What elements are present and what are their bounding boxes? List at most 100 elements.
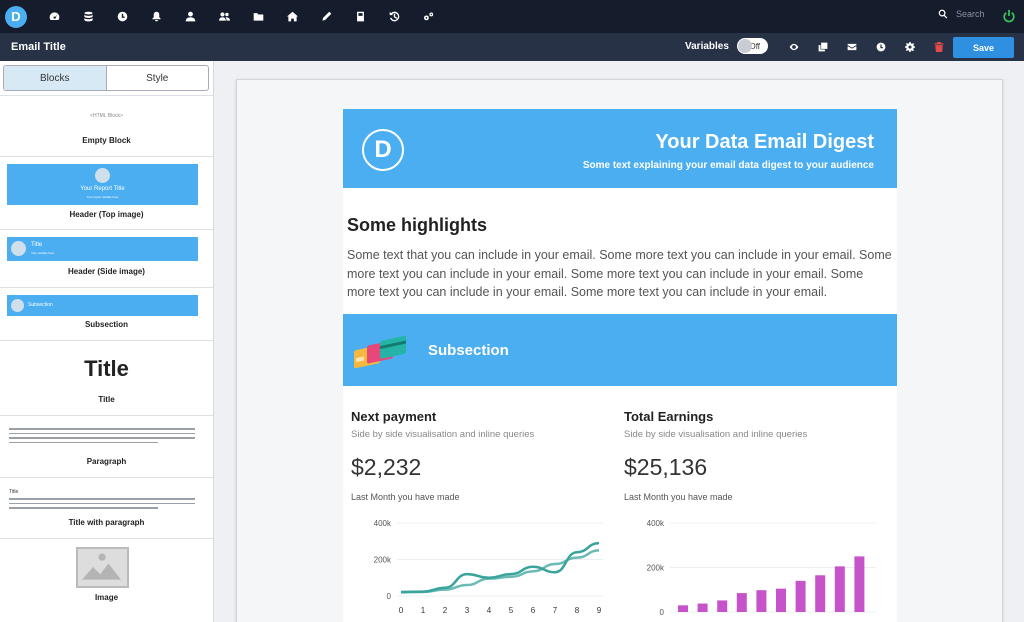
block-paragraph[interactable]: Paragraph <box>0 415 213 477</box>
card-note: Last Month you have made <box>351 492 460 502</box>
book-icon[interactable] <box>343 0 377 33</box>
bar <box>854 556 865 612</box>
card-title: Total Earnings <box>624 409 714 424</box>
x-tick-label: 3 <box>465 606 470 615</box>
block-empty-preview: <HTML Block> <box>90 113 123 119</box>
nav-icons <box>37 0 445 33</box>
preview-logo <box>11 241 26 256</box>
preview-subtitle: Your report subtitle here <box>86 195 119 199</box>
email-title: Your Data Email Digest <box>655 131 874 153</box>
trash-icon[interactable] <box>924 33 953 61</box>
block-header-top[interactable]: Your Report Title Your report subtitle h… <box>0 156 213 229</box>
block-header-side[interactable]: Title Your subtitle here Header (Side im… <box>0 229 213 287</box>
credit-cards-icon <box>354 335 406 369</box>
x-tick-label: 5 <box>509 606 514 615</box>
line-series <box>400 541 600 594</box>
x-tick-label: 4 <box>487 606 492 615</box>
y-tick-label: 0 <box>660 608 665 617</box>
email-header[interactable]: D Your Data Email Digest Some text expla… <box>343 109 897 188</box>
preview-subtitle: Your subtitle here <box>31 251 55 255</box>
y-tick-label: 200k <box>374 556 392 565</box>
subsection-header[interactable]: Subsection <box>343 314 897 386</box>
user-icon[interactable] <box>173 0 207 33</box>
bar <box>795 580 806 612</box>
x-tick-label: 9 <box>597 606 602 615</box>
preview-title: Title <box>31 242 43 248</box>
blocks-sidebar: Blocks Style <HTML Block> Empty Block Yo… <box>0 61 214 622</box>
gear-icon[interactable] <box>895 33 924 61</box>
block-empty[interactable]: <HTML Block> Empty Block <box>0 95 213 156</box>
block-empty-label: Empty Block <box>82 136 131 145</box>
envelope-icon[interactable] <box>837 33 866 61</box>
clock-icon[interactable] <box>866 33 895 61</box>
folder-icon[interactable] <box>241 0 275 33</box>
paragraph-preview-lines <box>9 428 195 446</box>
bar <box>678 605 688 612</box>
bar-chart: 400k 200k 0 <box>647 519 876 617</box>
pencil-icon[interactable] <box>309 0 343 33</box>
block-title-paragraph[interactable]: Title Title with paragraph <box>0 477 213 538</box>
block-image-label: Image <box>94 593 119 602</box>
app-logo-letter: D <box>11 9 21 24</box>
tab-blocks[interactable]: Blocks <box>4 66 107 90</box>
dashboard-icon[interactable] <box>37 0 71 33</box>
x-tick-label: 0 <box>399 606 404 615</box>
preview-logo <box>95 168 110 183</box>
block-title-label: Title <box>98 395 115 404</box>
block-paragraph-label: Paragraph <box>86 457 127 466</box>
bell-icon[interactable] <box>139 0 173 33</box>
x-tick-label: 2 <box>443 606 448 615</box>
bar <box>776 588 786 612</box>
x-tick-label: 7 <box>553 606 558 615</box>
email-subtitle: Some text explaining your email data dig… <box>582 160 874 171</box>
y-tick-label: 200k <box>647 564 665 573</box>
email-preview[interactable]: D Your Data Email Digest Some text expla… <box>343 109 897 622</box>
bar <box>736 593 747 612</box>
power-icon[interactable] <box>1002 9 1016 23</box>
app-logo[interactable]: D <box>5 5 27 28</box>
block-title-paragraph-label: Title with paragraph <box>68 518 145 527</box>
card-title: Next payment <box>351 409 437 424</box>
database-icon[interactable] <box>71 0 105 33</box>
preview-image <box>11 299 24 312</box>
email-title[interactable]: Email Title <box>11 41 66 53</box>
highlights-title: Some highlights <box>347 215 488 235</box>
paragraph-preview-lines <box>9 498 195 512</box>
editor-toolbar: Email Title Variables Off Save <box>0 33 1024 61</box>
subsection-title: Subsection <box>428 342 509 359</box>
variables-toggle[interactable]: Off <box>737 38 768 54</box>
cogs-icon[interactable] <box>411 0 445 33</box>
users-icon[interactable] <box>207 0 241 33</box>
save-button[interactable]: Save <box>953 37 1014 58</box>
block-title[interactable]: Title Title <box>0 340 213 415</box>
search-box[interactable]: Search <box>938 9 985 19</box>
toggle-label: Off <box>749 41 760 51</box>
block-header-side-label: Header (Side image) <box>68 267 145 276</box>
eye-icon[interactable] <box>779 33 808 61</box>
card-note: Last Month you have made <box>624 492 733 502</box>
home-icon[interactable] <box>275 0 309 33</box>
header-side-preview: Title Your subtitle here <box>7 237 198 261</box>
image-placeholder-icon <box>76 547 129 588</box>
y-tick-label: 400k <box>374 519 392 528</box>
tab-style[interactable]: Style <box>107 66 209 90</box>
card-description: Side by side visualisation and inline qu… <box>351 429 535 440</box>
history-icon[interactable] <box>377 0 411 33</box>
x-tick-label: 6 <box>531 606 536 615</box>
block-subsection[interactable]: Subsection Subsection <box>0 287 213 340</box>
y-tick-label: 0 <box>387 592 392 601</box>
toolbar-icons <box>779 33 953 61</box>
copy-icon[interactable] <box>808 33 837 61</box>
email-logo-letter: D <box>374 136 392 163</box>
search-icon <box>938 9 948 19</box>
block-subsection-label: Subsection <box>84 320 129 329</box>
block-header-top-label: Header (Top image) <box>69 210 144 219</box>
bar <box>717 600 728 612</box>
card-value: $25,136 <box>624 454 708 480</box>
card-value: $2,232 <box>351 454 422 480</box>
card-description: Side by side visualisation and inline qu… <box>624 429 808 440</box>
block-image[interactable]: Image <box>0 538 213 613</box>
clock-icon[interactable] <box>105 0 139 33</box>
highlights-paragraph: Some text that you can include in your e… <box>347 248 892 299</box>
card-next-payment: Next payment Side by side visualisation … <box>351 409 611 502</box>
